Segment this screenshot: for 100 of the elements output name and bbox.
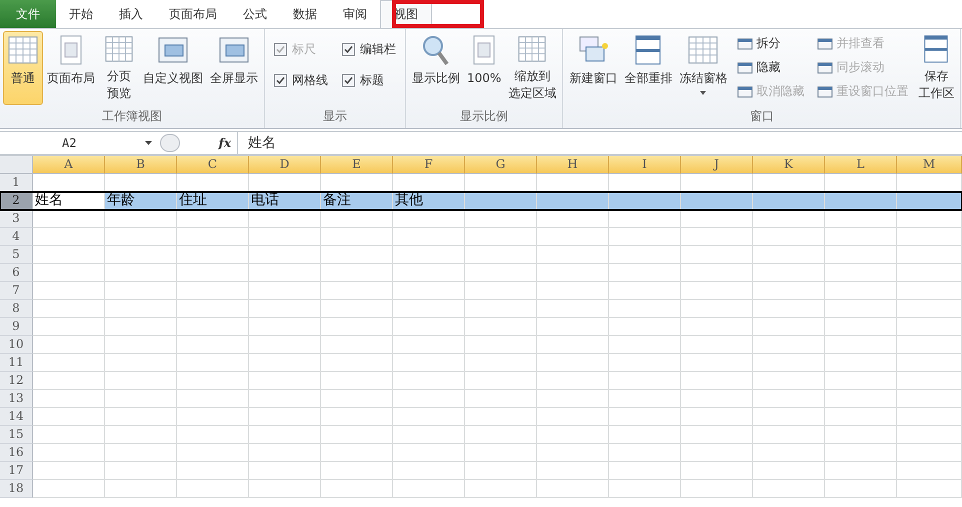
table-cell <box>753 300 825 318</box>
ribbon-tab[interactable]: 公式 <box>230 0 280 28</box>
row-header[interactable]: 11 <box>0 354 33 372</box>
ribbon-button[interactable]: 拆分 <box>735 33 806 54</box>
table-cell <box>825 210 897 228</box>
checkbox-option[interactable]: 编辑栏 <box>342 41 396 58</box>
table-cell <box>753 426 825 444</box>
row-header[interactable]: 18 <box>0 480 33 498</box>
ribbon-button[interactable]: 全屏显示 <box>207 31 261 105</box>
ribbon-button[interactable]: 普通 <box>3 31 43 105</box>
table-cell <box>609 264 681 282</box>
column-header[interactable]: B <box>105 156 177 174</box>
checkbox[interactable] <box>342 43 355 56</box>
table-cell <box>321 480 393 498</box>
ribbon-tab[interactable]: 页面布局 <box>156 0 230 28</box>
ribbon-tab[interactable]: 开始 <box>56 0 106 28</box>
table-cell <box>105 318 177 336</box>
checkbox[interactable] <box>342 74 355 87</box>
column-header[interactable]: A <box>33 156 105 174</box>
table-cell <box>393 480 465 498</box>
table-cell <box>177 390 249 408</box>
row-header[interactable]: 17 <box>0 462 33 480</box>
column-header[interactable]: H <box>537 156 609 174</box>
ribbon-button[interactable]: 分页 预览 <box>99 31 139 105</box>
column-header[interactable]: E <box>321 156 393 174</box>
row-header[interactable]: 2 <box>0 192 33 210</box>
column-header[interactable]: J <box>681 156 753 174</box>
table-cell <box>825 444 897 462</box>
table-cell <box>177 228 249 246</box>
table-cell <box>753 372 825 390</box>
ribbon-button[interactable]: 自定义视图 <box>140 31 206 105</box>
column-header[interactable]: K <box>753 156 825 174</box>
table-cell <box>249 246 321 264</box>
table-cell <box>105 300 177 318</box>
row-header[interactable]: 6 <box>0 264 33 282</box>
row-header[interactable]: 10 <box>0 336 33 354</box>
table-cell <box>681 462 753 480</box>
table-cell <box>897 372 962 390</box>
checkbox-option[interactable]: 标题 <box>342 72 396 89</box>
dropdown-arrow-icon <box>145 141 152 145</box>
ribbon-button[interactable]: 保存 工作区 <box>915 31 958 105</box>
column-header[interactable]: I <box>609 156 681 174</box>
column-header[interactable]: L <box>825 156 897 174</box>
row-header[interactable]: 7 <box>0 282 33 300</box>
splitter-handle[interactable] <box>160 134 180 152</box>
row-header[interactable]: 9 <box>0 318 33 336</box>
table-cell <box>753 444 825 462</box>
table-cell <box>609 318 681 336</box>
row-header[interactable]: 4 <box>0 228 33 246</box>
row-header[interactable]: 3 <box>0 210 33 228</box>
ribbon-tab[interactable]: 审阅 <box>330 0 380 28</box>
ribbon-button[interactable]: 页面布局 <box>44 31 98 105</box>
column-header[interactable]: G <box>465 156 537 174</box>
table-cell <box>825 408 897 426</box>
row-header[interactable]: 12 <box>0 372 33 390</box>
row-header[interactable]: 13 <box>0 390 33 408</box>
table-cell <box>105 408 177 426</box>
ribbon-button[interactable]: 100% <box>464 31 504 105</box>
table-cell: 其他 <box>393 192 465 210</box>
ribbon-tab[interactable]: 插入 <box>106 0 156 28</box>
name-box[interactable]: A2 <box>0 132 158 154</box>
row-header[interactable]: 16 <box>0 444 33 462</box>
column-header[interactable]: M <box>897 156 962 174</box>
row-header[interactable]: 15 <box>0 426 33 444</box>
file-menu-tab[interactable]: 文件 <box>0 0 56 28</box>
insert-function-button[interactable]: fx <box>218 136 231 150</box>
table-cell <box>681 390 753 408</box>
table-cell <box>321 372 393 390</box>
table-cell <box>897 264 962 282</box>
column-header[interactable]: C <box>177 156 249 174</box>
group-label: 显示比例 <box>459 108 510 125</box>
ribbon-button[interactable]: 缩放到 选定区域 <box>505 31 560 105</box>
column-header[interactable]: D <box>249 156 321 174</box>
ribbon-button[interactable]: 隐藏 <box>735 57 806 78</box>
table-cell <box>393 246 465 264</box>
window-icon <box>737 84 754 98</box>
table-cell <box>249 426 321 444</box>
table-cell <box>753 246 825 264</box>
column-header[interactable]: F <box>393 156 465 174</box>
table-cell <box>609 354 681 372</box>
table-cell <box>537 318 609 336</box>
checkbox-option[interactable]: 网格线 <box>274 72 328 89</box>
table-cell <box>33 444 105 462</box>
row-header[interactable]: 5 <box>0 246 33 264</box>
row-header[interactable]: 14 <box>0 408 33 426</box>
checkbox[interactable] <box>274 74 287 87</box>
ribbon-tab[interactable]: 数据 <box>280 0 330 28</box>
row-header[interactable]: 8 <box>0 300 33 318</box>
formula-input[interactable]: 姓名 <box>238 132 962 154</box>
row-header[interactable]: 1 <box>0 174 33 192</box>
ribbon-button[interactable]: 新建窗口 <box>566 31 620 105</box>
ribbon-button[interactable]: 全部重排 <box>621 31 676 105</box>
table-cell <box>249 444 321 462</box>
table-cell <box>897 462 962 480</box>
table-cell <box>681 300 753 318</box>
ribbon-button[interactable]: 冻结窗格 <box>676 31 730 105</box>
ribbon-button[interactable]: 显示比例 <box>409 31 463 105</box>
table-cell <box>465 426 537 444</box>
table-cell <box>249 210 321 228</box>
table-cell <box>33 354 105 372</box>
